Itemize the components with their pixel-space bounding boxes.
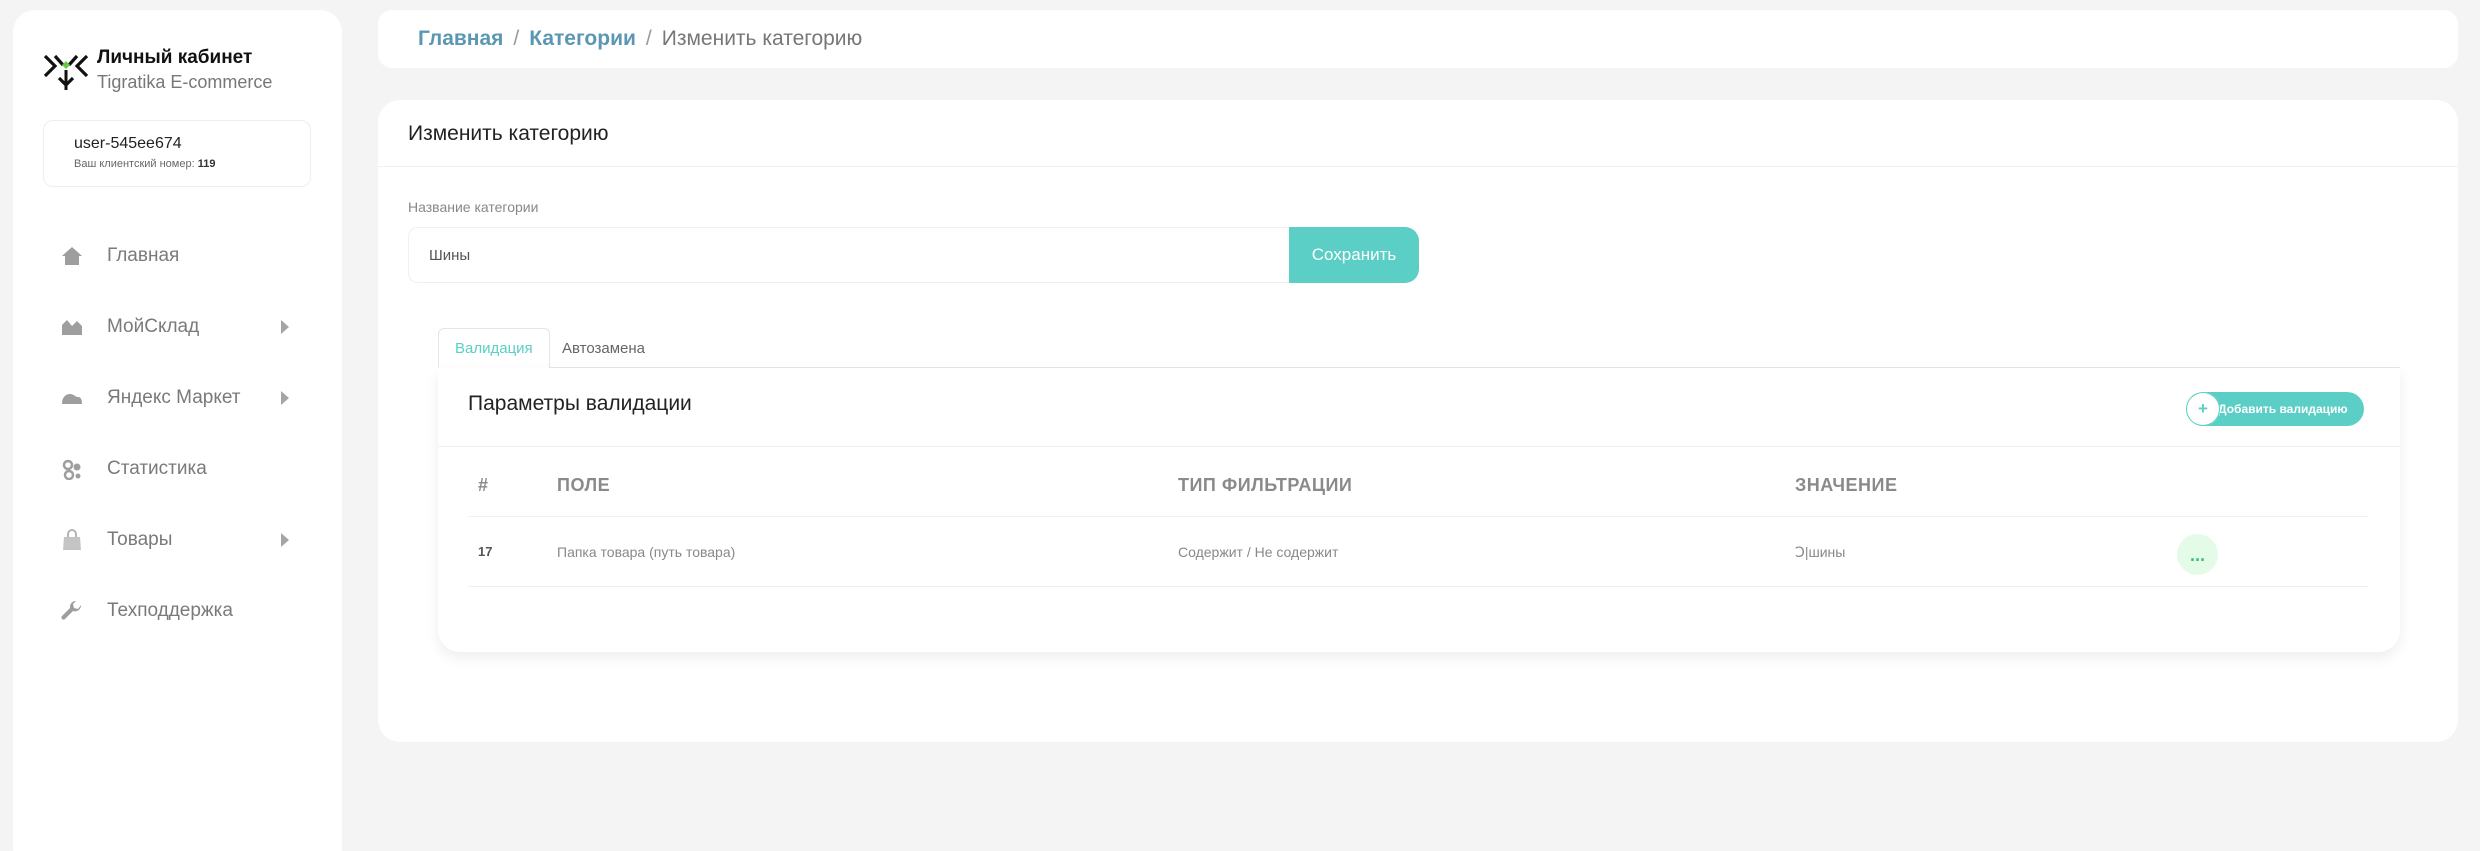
sidebar-item-home[interactable]: Главная	[13, 220, 342, 291]
brand-title: Личный кабинет	[97, 47, 253, 68]
more-actions-button[interactable]: ...	[2177, 534, 2218, 575]
sidebar-item-statistics[interactable]: Статистика	[13, 433, 342, 504]
category-name-label: Название категории	[408, 199, 539, 215]
breadcrumb-home-link[interactable]: Главная	[418, 27, 503, 51]
chevron-right-icon	[281, 532, 289, 547]
sidebar-item-label: МойСклад	[107, 315, 200, 337]
breadcrumb-categories-link[interactable]: Категории	[529, 27, 636, 51]
sidebar-item-yandex-market[interactable]: Яндекс Маркет	[13, 362, 342, 433]
column-header-filter-type: ТИП ФИЛЬТРАЦИИ	[1178, 475, 1353, 495]
statistics-icon	[61, 458, 83, 480]
row-id: 17	[478, 544, 493, 559]
breadcrumb-separator: /	[513, 27, 520, 50]
client-number-line: Ваш клиентский номер: 119	[74, 155, 310, 173]
category-name-input[interactable]	[408, 227, 1290, 283]
save-button[interactable]: Сохранить	[1289, 227, 1419, 283]
sidebar-item-label: Техподдержка	[107, 599, 233, 621]
column-header-value: ЗНАЧЕНИЕ	[1795, 475, 1898, 495]
user-card[interactable]: user-545ee674 Ваш клиентский номер: 119	[43, 120, 311, 187]
validation-title: Параметры валидации	[468, 392, 692, 415]
tab-autoreplace[interactable]: Автозамена	[546, 328, 661, 368]
wrench-icon	[61, 600, 83, 622]
bag-icon	[61, 528, 83, 551]
chevron-right-icon	[281, 390, 289, 405]
sidebar-item-label: Главная	[107, 244, 180, 266]
tabs: Валидация Автозамена	[438, 328, 2400, 369]
user-name: user-545ee674	[74, 135, 182, 152]
plus-icon: +	[2186, 392, 2220, 426]
sidebar-item-label: Яндекс Маркет	[107, 386, 241, 408]
sidebar: Личный кабинет Tigratika E-commerce user…	[13, 10, 342, 851]
sidebar-item-label: Товары	[107, 528, 173, 550]
chevron-right-icon	[281, 319, 289, 334]
sidebar-nav: Главная МойСклад Яндекс Маркет Статистик…	[13, 220, 342, 646]
client-number: 119	[197, 158, 216, 170]
row-value: Ↄ|шины	[1795, 544, 1846, 560]
sidebar-item-moysklad[interactable]: МойСклад	[13, 291, 342, 362]
sidebar-item-support[interactable]: Техподдержка	[13, 575, 342, 646]
brand-subtitle: Tigratika E-commerce	[97, 72, 273, 92]
add-validation-button[interactable]: + Добавить валидацию	[2186, 392, 2364, 426]
column-header-field: ПОЛЕ	[557, 475, 611, 495]
validation-panel: Параметры валидации + Добавить валидацию…	[438, 368, 2400, 652]
edit-category-card: Изменить категорию Название категории Со…	[378, 100, 2458, 742]
home-icon	[61, 245, 83, 267]
row-field: Папка товара (путь товара)	[557, 544, 736, 560]
row-filter-type: Содержит / Не содержит	[1178, 544, 1339, 560]
breadcrumb-current: Изменить категорию	[661, 27, 863, 50]
brand[interactable]: Личный кабинет Tigratika E-commerce	[43, 46, 272, 94]
market-icon	[61, 387, 83, 409]
column-header-number: #	[478, 475, 489, 495]
client-number-label: Ваш клиентский номер:	[74, 158, 195, 170]
brand-logo-icon	[43, 54, 89, 90]
add-validation-label: Добавить валидацию	[2218, 402, 2348, 416]
validation-header: Параметры валидации + Добавить валидацию	[438, 368, 2400, 447]
table-header: # ПОЛЕ ТИП ФИЛЬТРАЦИИ ЗНАЧЕНИЕ	[468, 475, 2368, 517]
sidebar-item-label: Статистика	[107, 457, 207, 479]
breadcrumb-separator: /	[645, 27, 652, 50]
page-title: Изменить категорию	[378, 100, 2458, 167]
sidebar-item-products[interactable]: Товары	[13, 504, 342, 575]
breadcrumb: Главная / Категории / Изменить категорию	[378, 10, 2458, 68]
warehouse-icon	[61, 316, 83, 338]
tab-validation[interactable]: Валидация	[438, 328, 550, 369]
table-row: 17 Папка товара (путь товара) Содержит /…	[468, 517, 2368, 587]
